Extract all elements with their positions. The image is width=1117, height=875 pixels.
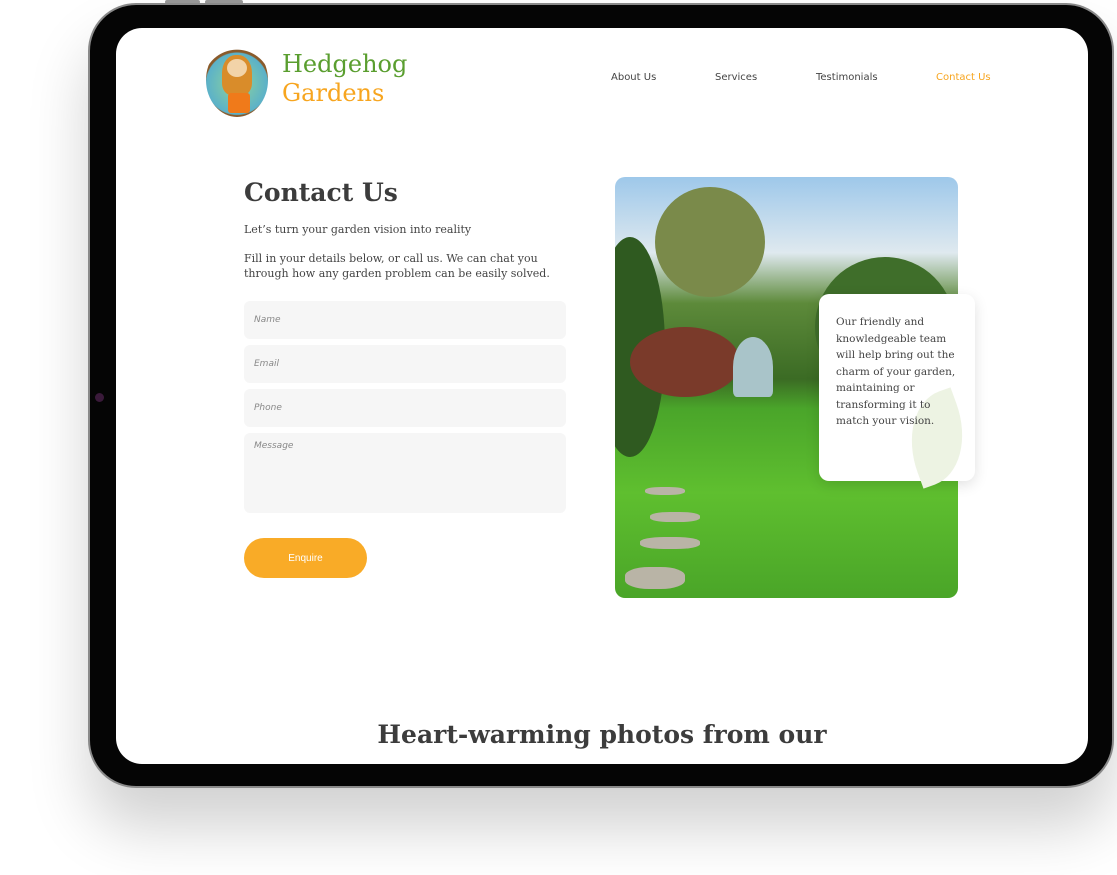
intro-line1: Fill in your details below, or call us. … [244, 252, 538, 265]
brand-line1: Hedgehog [282, 50, 408, 78]
nav-contact-us[interactable]: Contact Us [936, 72, 991, 83]
nav-services[interactable]: Services [715, 72, 757, 83]
message-textarea[interactable]: Message [244, 433, 566, 513]
page-title: Contact Us [244, 178, 398, 207]
enquire-button[interactable]: Enquire [244, 538, 367, 578]
brand-line2: Gardens [282, 79, 385, 107]
phone-input[interactable]: Phone [244, 389, 566, 427]
intro-line2: through how any garden problem can be ea… [244, 267, 550, 280]
name-input[interactable]: Name [244, 301, 566, 339]
hedgehog-logo[interactable] [206, 43, 268, 117]
info-card: Our friendly and knowledgeable team will… [819, 294, 980, 489]
camera [95, 393, 104, 402]
brand-name[interactable]: Hedgehog Gardens [282, 50, 407, 108]
section-title: Heart-warming photos from our [377, 720, 827, 749]
nav-about-us[interactable]: About Us [611, 72, 656, 83]
nav-testimonials[interactable]: Testimonials [816, 72, 878, 83]
subtitle: Let’s turn your garden vision into reali… [244, 223, 472, 236]
info-card-text: Our friendly and knowledgeable team will… [836, 316, 956, 427]
screen: Hedgehog Gardens About Us Services Testi… [116, 28, 1088, 764]
email-input[interactable]: Email [244, 345, 566, 383]
